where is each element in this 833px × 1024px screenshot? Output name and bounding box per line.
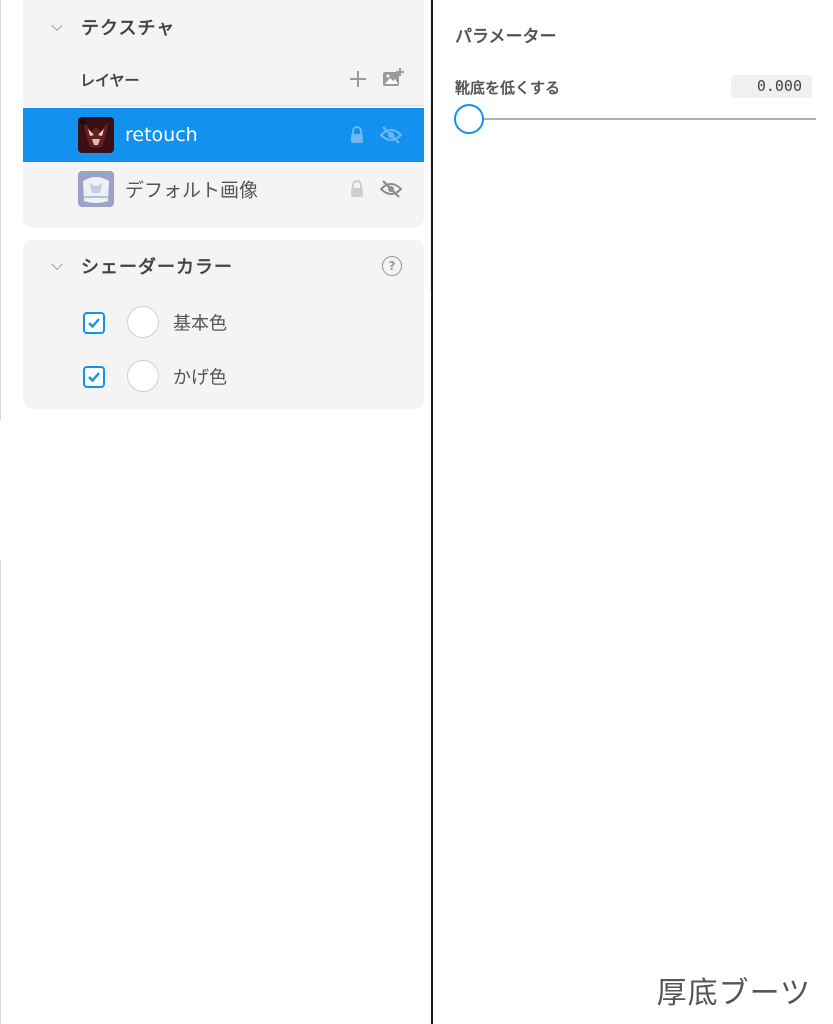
left-panel: テクスチャ レイヤー retouch デフォルト画像 シェーダーカラー ? 基本… (0, 0, 432, 1024)
shader-color-section: シェーダーカラー ? 基本色 かげ色 (23, 240, 424, 409)
texture-section: テクスチャ レイヤー retouch デフォルト画像 (23, 0, 424, 228)
lock-icon[interactable] (349, 180, 365, 198)
parameters-panel: パラメーター 靴底を低くする 0.000 厚底ブーツ (433, 0, 833, 1024)
shadow-color-checkbox[interactable] (83, 366, 105, 388)
texture-section-title: テクスチャ (81, 18, 176, 39)
shader-section-header[interactable]: シェーダーカラー ? (23, 241, 424, 291)
layers-title: レイヤー (80, 71, 140, 90)
chevron-down-icon (51, 258, 63, 271)
chevron-down-icon (51, 19, 63, 32)
slider-thumb[interactable] (454, 104, 484, 134)
base-color-swatch[interactable] (127, 306, 159, 338)
slider-track[interactable] (471, 118, 816, 120)
slider-value-input[interactable]: 0.000 (731, 75, 812, 98)
base-color-label: 基本色 (173, 313, 227, 335)
eye-off-icon[interactable] (379, 125, 403, 145)
color-item-shadow: かげ色 (23, 354, 424, 404)
texture-section-header[interactable]: テクスチャ (23, 2, 424, 52)
shader-section-title: シェーダーカラー (81, 257, 233, 278)
panel-edge (0, 560, 1, 1024)
lock-icon[interactable] (349, 126, 365, 144)
panel-edge (0, 0, 1, 420)
help-icon[interactable]: ? (382, 256, 402, 276)
color-item-base: 基本色 (23, 300, 424, 350)
layer-item-retouch[interactable]: retouch (23, 108, 424, 162)
layer-name: デフォルト画像 (125, 179, 259, 202)
add-layer-icon[interactable] (349, 70, 367, 88)
base-color-checkbox[interactable] (83, 312, 105, 334)
caption-text: 厚底ブーツ (656, 976, 811, 1011)
shadow-color-swatch[interactable] (127, 360, 159, 392)
shadow-color-label: かげ色 (173, 367, 227, 389)
divider (79, 105, 424, 106)
layer-thumbnail (78, 117, 114, 153)
eye-off-icon[interactable] (379, 179, 403, 199)
layers-header: レイヤー (23, 58, 424, 102)
layer-name: retouch (125, 124, 198, 146)
slider-label: 靴底を低くする (455, 79, 561, 97)
parameters-title: パラメーター (455, 27, 557, 47)
layer-thumbnail (78, 171, 114, 207)
layer-item-default-image[interactable]: デフォルト画像 (23, 162, 424, 216)
add-image-icon[interactable] (382, 67, 404, 89)
